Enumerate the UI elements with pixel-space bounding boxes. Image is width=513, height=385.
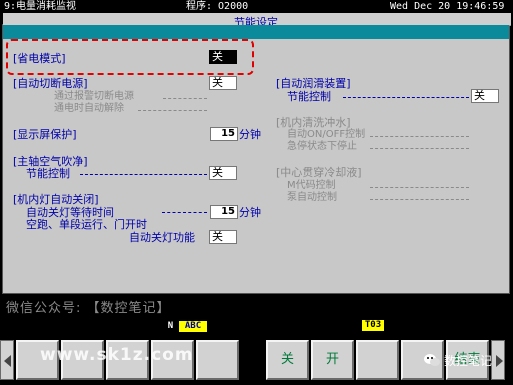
through-coolant-sub1: M代码控制 <box>287 180 336 191</box>
divider <box>138 110 207 111</box>
divider <box>162 212 207 213</box>
auto-power-off-sub2: 通电时自动解除 <box>54 103 124 114</box>
wechat-watermark: 微信公众号: 【数控笔记】 <box>6 301 171 316</box>
coolant-wash-sub2: 急停状态下停止 <box>287 141 357 152</box>
panel-strip <box>3 25 509 39</box>
title-bar: 9:电量消耗监视 程序: O2000 Wed Dec 20 19:46:59 <box>0 0 513 13</box>
divider <box>163 98 207 99</box>
input-mode-abc: ABC <box>179 321 207 332</box>
softkey-8[interactable] <box>356 340 399 380</box>
screen-name: 9:电量消耗监视 <box>4 1 77 12</box>
light-func-label: 自动关灯功能 <box>129 231 195 244</box>
spindle-air-sub: 节能控制 <box>26 167 70 180</box>
screen-saver-label: [显示屏保护] <box>13 128 77 141</box>
divider <box>370 148 469 149</box>
screen-saver-unit: 分钟 <box>239 128 261 141</box>
url-watermark: www.sk1z.com <box>40 345 194 365</box>
auto-lube-value[interactable]: 关 <box>471 89 499 103</box>
prev-page-icon[interactable] <box>0 340 14 380</box>
date-time: Wed Dec 20 19:46:59 <box>390 1 505 12</box>
coolant-wash-sub1: 自动ON/OFF控制 <box>287 129 366 140</box>
light-func-value[interactable]: 关 <box>209 230 237 244</box>
divider <box>343 97 469 98</box>
through-coolant-label: [中心贯穿冷却液] <box>276 166 362 179</box>
auto-power-off-label: [自动切断电源] <box>13 77 88 90</box>
divider <box>370 136 469 137</box>
divider <box>80 174 207 175</box>
light-off-label: [机内灯自动关闭] <box>13 193 99 206</box>
coolant-wash-label: [机内清洗冲水] <box>276 116 351 129</box>
auto-lube-sub: 节能控制 <box>287 90 331 103</box>
input-mode-n: N <box>166 321 175 332</box>
divider <box>370 199 469 200</box>
softkey-5[interactable] <box>196 340 239 380</box>
badge-watermark: 数控笔记 <box>444 354 493 368</box>
off-softkey[interactable]: 关 <box>266 340 309 380</box>
auto-power-off-sub1: 通过报警切断电源 <box>54 91 134 102</box>
highlight-annotation <box>6 39 254 75</box>
program-number: 程序: O2000 <box>186 1 249 12</box>
auto-lube-label: [自动润滑装置] <box>276 77 351 90</box>
spindle-air-value[interactable]: 关 <box>209 166 237 180</box>
screen-saver-value[interactable]: 15 <box>210 127 238 141</box>
auto-power-off-value[interactable]: 关 <box>209 76 237 90</box>
light-wait-unit: 分钟 <box>239 206 261 219</box>
divider <box>370 187 469 188</box>
on-softkey[interactable]: 开 <box>311 340 354 380</box>
light-wait-value[interactable]: 15 <box>210 205 238 219</box>
tool-number: T03 <box>362 320 384 331</box>
through-coolant-sub2: 泵自动控制 <box>287 192 337 203</box>
light-condition: 空跑、单段运行、门开时 <box>26 218 147 231</box>
